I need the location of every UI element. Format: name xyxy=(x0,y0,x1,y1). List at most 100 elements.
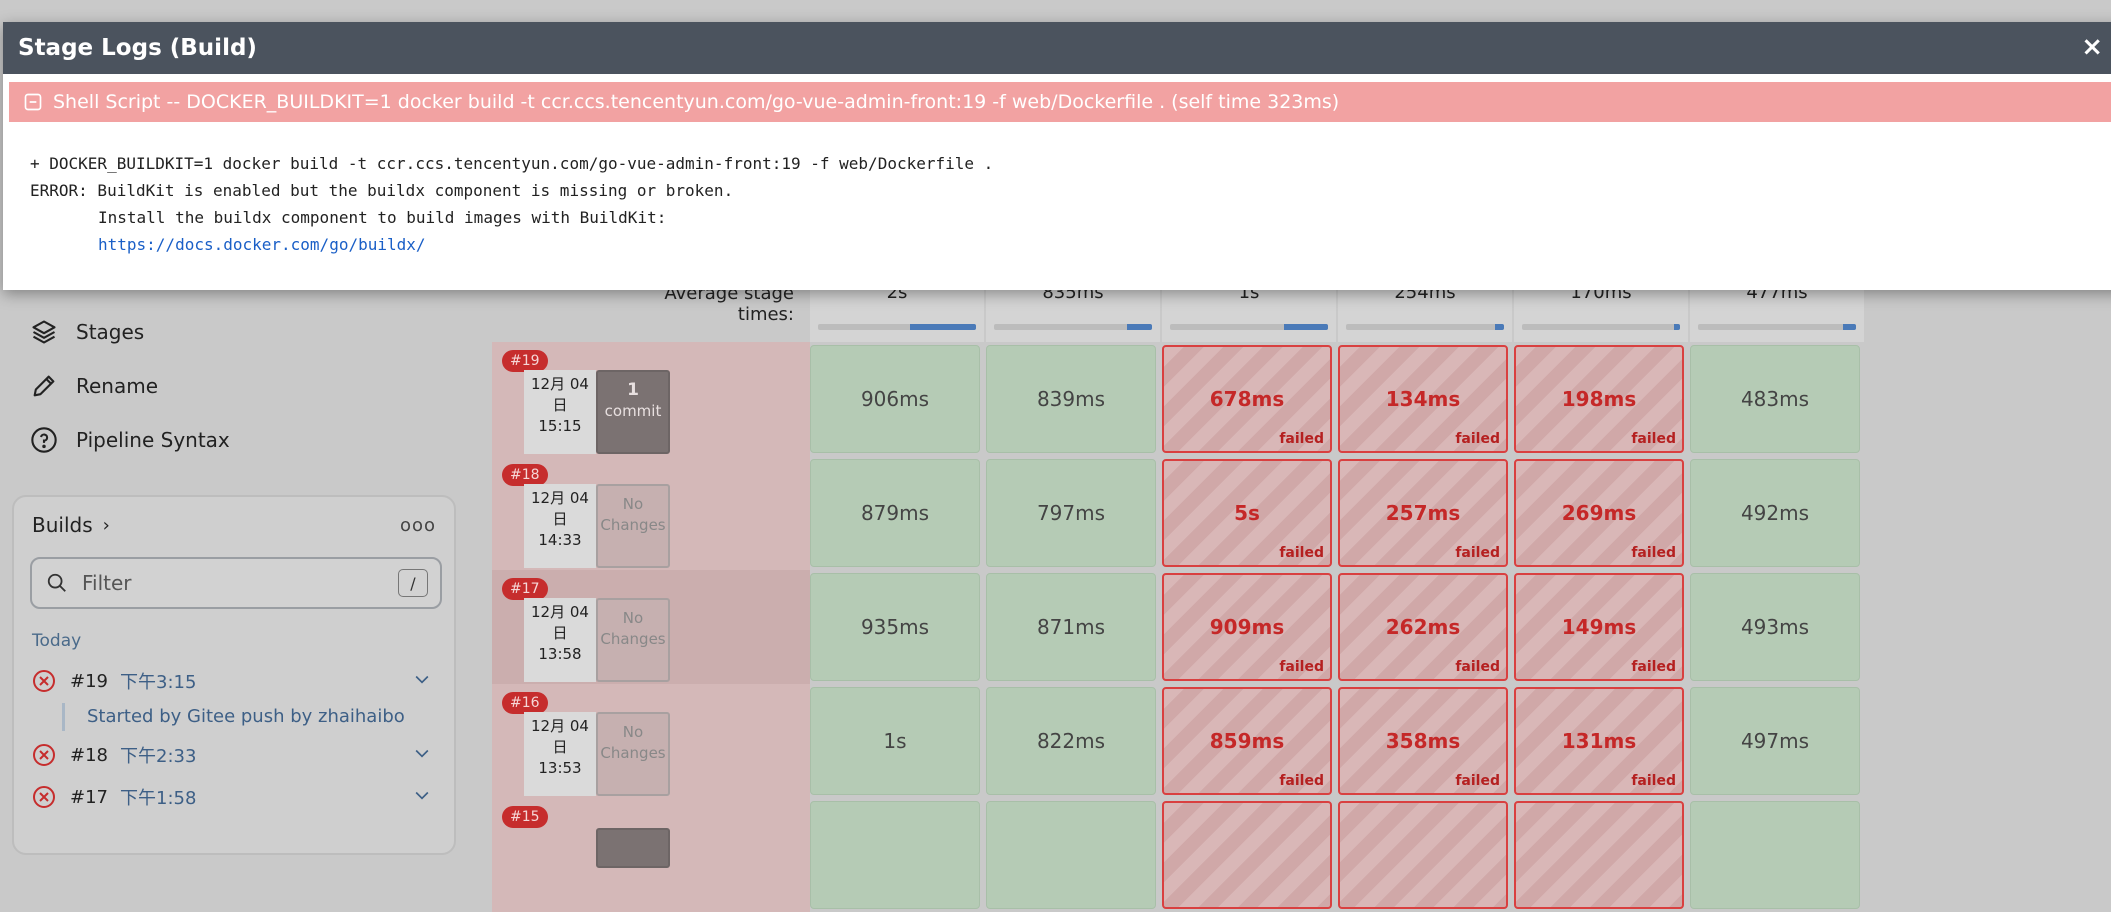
run-row: #17 12月 04 日 13:58 No Changes 935ms 871ms 909ms f… xyxy=(492,570,1868,684)
stage-cell-success[interactable] xyxy=(986,801,1156,909)
stage-duration: 879ms xyxy=(860,501,930,525)
stage-cell-failed[interactable]: 198ms failed xyxy=(1514,345,1684,453)
stage-cell-success[interactable] xyxy=(1690,801,1860,909)
run-info: #15 xyxy=(492,798,810,912)
failed-tag: failed xyxy=(1455,659,1500,675)
stage-cell-success[interactable]: 493ms xyxy=(1690,573,1860,681)
stage-average-bar-fill xyxy=(1843,324,1856,330)
stage-duration: 269ms xyxy=(1561,501,1637,525)
failed-x-icon xyxy=(33,670,55,692)
chevron-down-icon[interactable] xyxy=(412,743,432,763)
chevron-down-icon[interactable] xyxy=(412,669,432,689)
nav-item-pipeline-syntax[interactable]: Pipeline Syntax xyxy=(30,413,430,467)
filter-shortcut-key: / xyxy=(398,569,428,597)
failed-tag: failed xyxy=(1631,773,1676,789)
stage-duration: 198ms xyxy=(1561,387,1637,411)
run-changes-line2: Changes xyxy=(600,744,666,762)
run-changes-line1: No xyxy=(622,609,644,627)
stage-cell-success[interactable]: 935ms xyxy=(810,573,980,681)
stage-cell-success[interactable]: 797ms xyxy=(986,459,1156,567)
stage-cell-success[interactable]: 879ms xyxy=(810,459,980,567)
stage-cell-failed[interactable]: 131ms failed xyxy=(1514,687,1684,795)
stage-cell-failed[interactable]: 5s failed xyxy=(1162,459,1332,567)
run-number-badge[interactable]: #16 xyxy=(502,692,548,714)
stage-cell-success[interactable] xyxy=(810,801,980,909)
stage-cell-success[interactable]: 906ms xyxy=(810,345,980,453)
stage-cell-failed[interactable]: 257ms failed xyxy=(1338,459,1508,567)
stage-average-bar xyxy=(1698,324,1856,330)
step-error-bar[interactable]: Shell Script -- DOCKER_BUILDKIT=1 docker… xyxy=(9,82,2111,122)
layers-icon xyxy=(32,320,56,344)
run-number-badge[interactable]: #15 xyxy=(502,806,548,828)
stage-average-bar-fill xyxy=(1494,324,1504,330)
modal-header: Stage Logs (Build) × xyxy=(3,22,2111,74)
failed-tag: failed xyxy=(1631,659,1676,675)
builds-filter-input[interactable]: Filter / xyxy=(30,557,442,609)
stage-average-bar-fill xyxy=(1283,324,1328,330)
stage-cell-success[interactable]: 822ms xyxy=(986,687,1156,795)
stage-cell-failed[interactable] xyxy=(1162,801,1332,909)
build-item-18[interactable]: #18 下午2:33 xyxy=(32,737,442,773)
search-icon xyxy=(47,573,66,592)
stage-average-bar-fill xyxy=(1673,324,1680,330)
run-date-date1: 12月 04 xyxy=(531,489,589,507)
failed-tag: failed xyxy=(1631,545,1676,561)
run-number-badge[interactable]: #19 xyxy=(502,350,548,372)
stage-average-bar xyxy=(994,324,1152,330)
run-changes: No Changes xyxy=(596,484,670,568)
stage-cell-success[interactable]: 483ms xyxy=(1690,345,1860,453)
build-number: #19 xyxy=(70,670,108,692)
stage-duration: 1s xyxy=(883,729,907,753)
stage-cell-failed[interactable]: 262ms failed xyxy=(1338,573,1508,681)
stage-duration: 134ms xyxy=(1385,387,1461,411)
build-item-19[interactable]: #19 下午3:15 xyxy=(32,663,442,699)
stage-duration: 822ms xyxy=(1036,729,1106,753)
buildx-docs-link[interactable]: https://docs.docker.com/go/buildx/ xyxy=(98,235,426,254)
chevron-down-icon[interactable] xyxy=(412,785,432,805)
run-row: #19 12月 04 日 15:15 1 commit 906ms 839ms 678ms fai… xyxy=(492,342,1868,456)
run-number-badge[interactable]: #17 xyxy=(502,578,548,600)
terminal-icon xyxy=(24,93,42,111)
build-time: 下午2:33 xyxy=(120,746,197,767)
stage-cell-failed[interactable]: 909ms failed xyxy=(1162,573,1332,681)
nav-item-rename[interactable]: Rename xyxy=(30,359,430,413)
stage-cell-success[interactable]: 492ms xyxy=(1690,459,1860,567)
stage-duration: 871ms xyxy=(1036,615,1106,639)
run-info: #19 12月 04 日 15:15 1 commit xyxy=(492,342,810,456)
stage-cell-failed[interactable]: 678ms failed xyxy=(1162,345,1332,453)
run-changes: No Changes xyxy=(596,712,670,796)
stage-cell-failed[interactable] xyxy=(1338,801,1508,909)
run-date-date2: 日 xyxy=(552,738,568,756)
question-circle-icon xyxy=(31,427,57,453)
run-changes xyxy=(596,828,670,868)
more-options-icon[interactable]: ooo xyxy=(400,515,436,536)
stage-cell-success[interactable]: 871ms xyxy=(986,573,1156,681)
run-date-date2: 日 xyxy=(552,396,568,414)
nav-item-stages[interactable]: Stages xyxy=(30,305,430,359)
run-date-time: 13:58 xyxy=(538,645,582,663)
stage-cell-success[interactable]: 497ms xyxy=(1690,687,1860,795)
stage-cell-failed[interactable]: 134ms failed xyxy=(1338,345,1508,453)
stage-cell-success[interactable]: 1s xyxy=(810,687,980,795)
run-number-badge[interactable]: #18 xyxy=(502,464,548,486)
stage-duration: 262ms xyxy=(1385,615,1461,639)
today-label: Today xyxy=(32,631,82,651)
run-date: 12月 04 日 14:33 xyxy=(524,484,596,568)
stage-duration: 492ms xyxy=(1740,501,1810,525)
build-item-17[interactable]: #17 下午1:58 xyxy=(32,779,442,815)
builds-title[interactable]: Builds › xyxy=(32,513,110,537)
run-changes-line1: 1 xyxy=(627,380,639,400)
stage-cell-failed[interactable] xyxy=(1514,801,1684,909)
stage-duration: 906ms xyxy=(860,387,930,411)
stage-cell-failed[interactable]: 859ms failed xyxy=(1162,687,1332,795)
close-icon[interactable]: × xyxy=(2081,32,2103,62)
stage-cell-success[interactable]: 839ms xyxy=(986,345,1156,453)
pencil-icon xyxy=(33,375,55,397)
stage-cell-failed[interactable]: 269ms failed xyxy=(1514,459,1684,567)
nav-label-stages: Stages xyxy=(76,320,145,344)
stage-duration: 797ms xyxy=(1036,501,1106,525)
stage-cell-failed[interactable]: 358ms failed xyxy=(1338,687,1508,795)
run-date-date2: 日 xyxy=(552,510,568,528)
stage-cell-failed[interactable]: 149ms failed xyxy=(1514,573,1684,681)
run-changes[interactable]: 1 commit xyxy=(596,370,670,454)
